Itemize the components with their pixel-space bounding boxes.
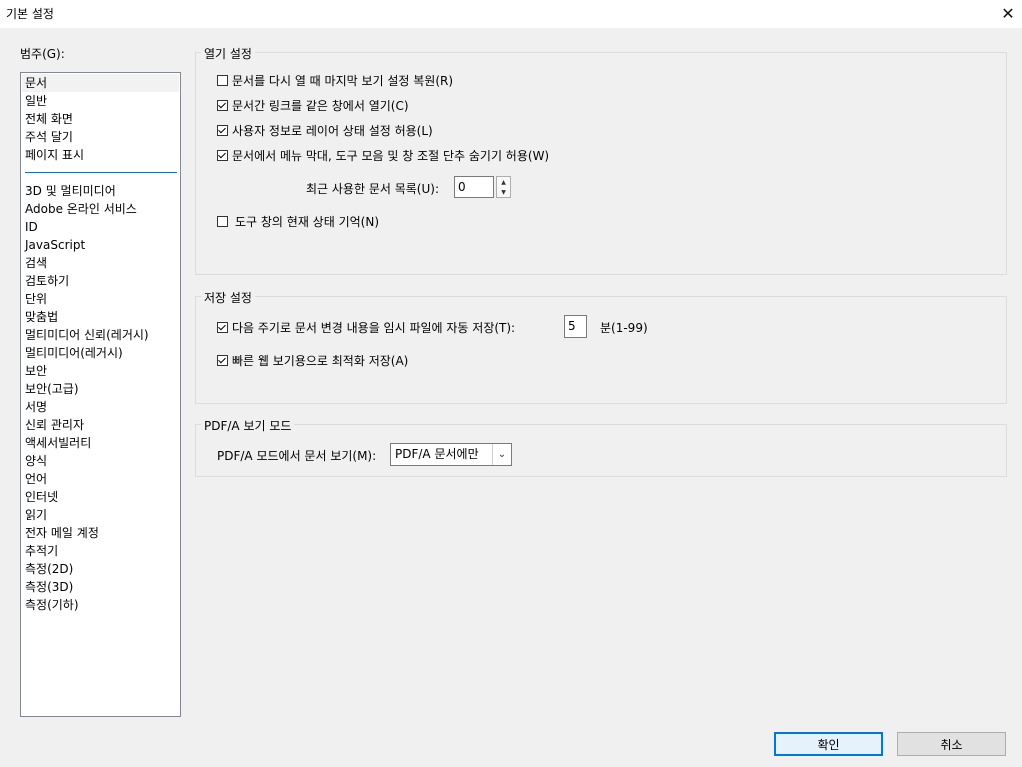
cancel-button[interactable]: 취소 xyxy=(897,732,1006,756)
autosave-option[interactable]: 다음 주기로 문서 변경 내용을 임시 파일에 자동 저장(T): xyxy=(217,319,515,336)
layer-state-label: 사용자 정보로 레이어 상태 설정 허용(L) xyxy=(232,124,433,138)
category-item[interactable]: 멀티미디어(레거시) xyxy=(25,344,123,362)
categories-list[interactable]: 문서 일반 전체 화면 주석 달기 페이지 표시 3D 및 멀티미디어 Adob… xyxy=(20,72,181,717)
layer-state-checkbox[interactable] xyxy=(217,125,228,136)
recent-docs-spinner[interactable]: ▲ ▼ xyxy=(496,176,511,198)
tool-pane-checkbox[interactable] xyxy=(217,216,228,227)
pdfa-mode-select[interactable]: PDF/A 문서에만 ⌄ xyxy=(390,443,512,466)
autosave-interval-input[interactable]: 5 xyxy=(564,315,587,338)
category-item[interactable]: 멀티미디어 신뢰(레거시) xyxy=(25,326,149,344)
restore-view-option[interactable]: 문서를 다시 열 때 마지막 보기 설정 복원(R) xyxy=(217,72,453,89)
pdfa-mode-value: PDF/A 문서에만 xyxy=(395,447,479,461)
category-item[interactable]: 측정(3D) xyxy=(25,578,73,596)
category-item[interactable]: 보안 xyxy=(25,362,47,380)
restore-view-label: 문서를 다시 열 때 마지막 보기 설정 복원(R) xyxy=(232,74,454,88)
category-item[interactable]: 보안(고급) xyxy=(25,380,79,398)
category-item[interactable]: 3D 및 멀티미디어 xyxy=(25,182,116,200)
open-links-option[interactable]: 문서간 링크를 같은 창에서 열기(C) xyxy=(217,97,409,114)
category-item[interactable]: ID xyxy=(25,218,38,236)
category-item[interactable]: 인터넷 xyxy=(25,488,58,506)
category-item[interactable]: 전자 메일 계정 xyxy=(25,524,99,542)
restore-view-checkbox[interactable] xyxy=(217,75,228,86)
tool-pane-label: 도구 창의 현재 상태 기억(N) xyxy=(235,215,379,229)
category-item[interactable]: 페이지 표시 xyxy=(25,146,84,164)
save-settings-group xyxy=(195,296,1007,404)
category-item[interactable]: 단위 xyxy=(25,290,47,308)
autosave-unit: 분(1-99) xyxy=(600,321,648,335)
pdfa-title: PDF/A 보기 모드 xyxy=(201,417,295,434)
category-item[interactable]: 전체 화면 xyxy=(25,110,73,128)
open-links-checkbox[interactable] xyxy=(217,100,228,111)
window-title: 기본 설정 xyxy=(6,7,54,21)
category-item[interactable]: 검토하기 xyxy=(25,272,69,290)
chevron-down-icon[interactable]: ⌄ xyxy=(492,444,511,465)
category-item[interactable]: 액세서빌러티 xyxy=(25,434,91,452)
category-item[interactable]: 측정(2D) xyxy=(25,560,73,578)
categories-label: 범주(G): xyxy=(20,47,65,61)
hide-menu-option[interactable]: 문서에서 메뉴 막대, 도구 모음 및 창 조절 단추 숨기기 허용(W) xyxy=(217,147,549,164)
recent-docs-label: 최근 사용한 문서 목록(U): xyxy=(306,182,439,196)
fast-web-checkbox[interactable] xyxy=(217,355,228,366)
tool-pane-option[interactable]: 도구 창의 현재 상태 기억(N) xyxy=(217,213,379,230)
title-bar: 기본 설정 ✕ xyxy=(0,0,1022,28)
open-links-label: 문서간 링크를 같은 창에서 열기(C) xyxy=(232,99,409,113)
category-item[interactable]: 맞춤법 xyxy=(25,308,58,326)
autosave-checkbox[interactable] xyxy=(217,322,228,333)
fast-web-option[interactable]: 빠른 웹 보기용으로 최적화 저장(A) xyxy=(217,352,408,369)
category-item[interactable]: 추적기 xyxy=(25,542,58,560)
ok-button[interactable]: 확인 xyxy=(774,732,883,756)
category-item[interactable]: 일반 xyxy=(25,92,47,110)
close-icon[interactable]: ✕ xyxy=(994,0,1022,26)
pdfa-mode-label: PDF/A 모드에서 문서 보기(M): xyxy=(217,449,377,463)
hide-menu-label: 문서에서 메뉴 막대, 도구 모음 및 창 조절 단추 숨기기 허용(W) xyxy=(232,149,550,163)
category-item-document[interactable]: 문서 xyxy=(22,74,179,92)
spin-up-icon[interactable]: ▲ xyxy=(497,177,510,187)
spin-down-icon[interactable]: ▼ xyxy=(497,187,510,197)
category-item[interactable]: 서명 xyxy=(25,398,47,416)
fast-web-label: 빠른 웹 보기용으로 최적화 저장(A) xyxy=(232,354,409,368)
recent-docs-input[interactable]: 0 xyxy=(454,176,494,198)
category-item[interactable]: JavaScript xyxy=(25,236,85,254)
category-item[interactable]: 주석 달기 xyxy=(25,128,73,146)
open-settings-title: 열기 설정 xyxy=(201,45,255,62)
autosave-label: 다음 주기로 문서 변경 내용을 임시 파일에 자동 저장(T): xyxy=(232,321,516,335)
category-separator xyxy=(25,172,177,173)
category-item[interactable]: 검색 xyxy=(25,254,47,272)
category-item[interactable]: 언어 xyxy=(25,470,47,488)
category-item[interactable]: 측정(기하) xyxy=(25,596,79,614)
hide-menu-checkbox[interactable] xyxy=(217,150,228,161)
category-item[interactable]: Adobe 온라인 서비스 xyxy=(25,200,137,218)
category-item[interactable]: 읽기 xyxy=(25,506,47,524)
save-settings-title: 저장 설정 xyxy=(201,289,255,306)
category-item[interactable]: 양식 xyxy=(25,452,47,470)
layer-state-option[interactable]: 사용자 정보로 레이어 상태 설정 허용(L) xyxy=(217,122,433,139)
category-item[interactable]: 신뢰 관리자 xyxy=(25,416,84,434)
